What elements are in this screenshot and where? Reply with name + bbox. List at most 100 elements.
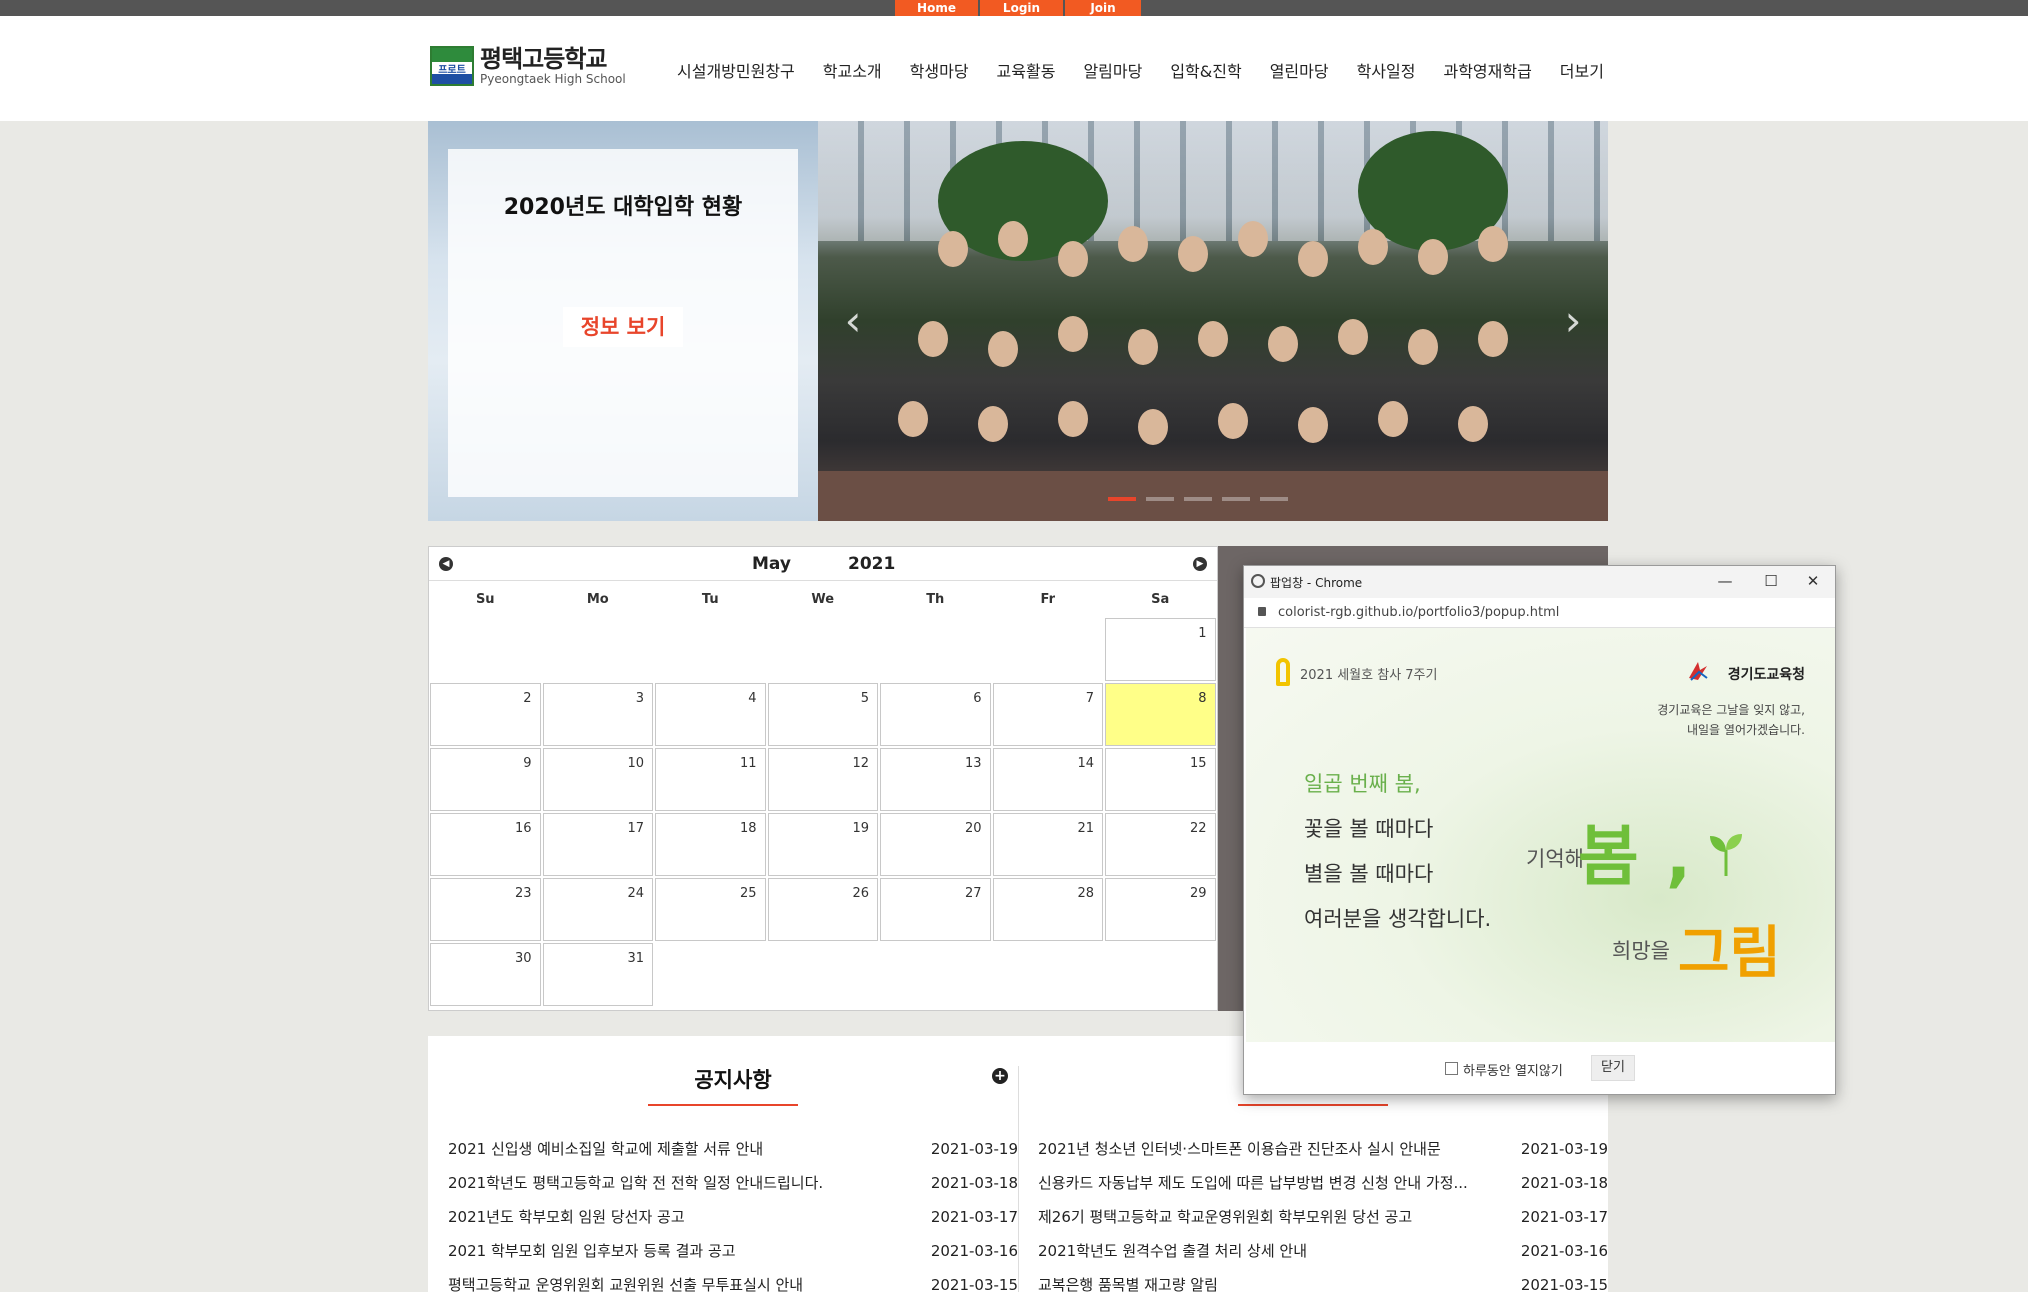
notice-row[interactable]: 2021년 청소년 인터넷·스마트폰 이용습관 진단조사 실시 안내문 2021-…	[1038, 1132, 1608, 1166]
notice-row-title[interactable]: 평택고등학교 운영위원회 교원위원 선출 무투표실시 안내	[448, 1268, 908, 1292]
slider-prev-icon[interactable]: ‹	[838, 300, 868, 342]
calendar-day[interactable]: 31	[542, 943, 653, 1006]
calendar-empty-cell	[655, 618, 766, 681]
calendar-day[interactable]: 24	[542, 878, 653, 941]
calendar-day[interactable]: 13	[880, 748, 991, 811]
notice-row-title[interactable]: 2021년 청소년 인터넷·스마트폰 이용습관 진단조사 실시 안내문	[1038, 1132, 1498, 1166]
calendar-day[interactable]: 11	[655, 748, 766, 811]
notice-row-title[interactable]: 2021 신입생 예비소집일 학교에 제출할 서류 안내	[448, 1132, 908, 1166]
notice-row-title[interactable]: 2021년도 학부모회 임원 당선자 공고	[448, 1200, 908, 1234]
main-nav: 시설개방민원창구 학교소개 학생마당 교육활동 알림마당 입학&진학 열린마당 …	[677, 58, 1604, 82]
nav-students[interactable]: 학생마당	[910, 58, 969, 82]
calendar-empty-cell	[880, 618, 991, 681]
poem-line: 여러분을 생각합니다.	[1304, 907, 1492, 931]
popup-window: 팝업창 - Chrome — ☐ ✕ colorist-rgb.github.i…	[1243, 565, 1836, 1095]
calendar-day[interactable]: 18	[655, 813, 766, 876]
title-underline	[648, 1104, 798, 1106]
school-calendar: ◀ May 2021 ▶ Su Mo Tu We Th Fr Sa 123456…	[428, 546, 1218, 1011]
more-plus-icon[interactable]: +	[992, 1068, 1008, 1084]
nav-about[interactable]: 학교소개	[823, 58, 882, 82]
notice-row[interactable]: 2021 학부모회 임원 입후보자 등록 결과 공고 2021-03-16	[448, 1234, 1018, 1268]
nav-facility-open[interactable]: 시설개방민원창구	[677, 58, 795, 82]
notice-row[interactable]: 교복은행 품목별 재고량 알림 2021-03-15	[1038, 1268, 1608, 1292]
calendar-day[interactable]: 26	[767, 878, 878, 941]
next-month-icon[interactable]: ▶	[1193, 557, 1207, 571]
calendar-day[interactable]: 10	[542, 748, 653, 811]
nav-more[interactable]: 더보기	[1560, 58, 1604, 82]
slider-dot[interactable]	[1260, 497, 1288, 501]
nav-education[interactable]: 교육활동	[997, 58, 1056, 82]
slider-dot[interactable]	[1222, 497, 1250, 501]
slider-dot[interactable]	[1184, 497, 1212, 501]
calendar-day[interactable]: 12	[767, 748, 878, 811]
slider-dot[interactable]	[1108, 497, 1136, 501]
notice-row-title[interactable]: 2021학년도 평택고등학교 입학 전 전학 일정 안내드립니다.	[448, 1166, 908, 1200]
calendar-day[interactable]: 9	[430, 748, 541, 811]
calendar-day[interactable]: 16	[430, 813, 541, 876]
school-logo[interactable]: 프로트 평택고등학교 Pyeongtaek High School	[430, 46, 626, 86]
calendar-day[interactable]: 4	[655, 683, 766, 746]
notice-row[interactable]: 2021학년도 평택고등학교 입학 전 전학 일정 안내드립니다. 2021-03…	[448, 1166, 1018, 1200]
login-link[interactable]: Login	[980, 0, 1063, 16]
calendar-day[interactable]: 20	[880, 813, 991, 876]
calendar-day[interactable]: 14	[992, 748, 1103, 811]
calendar-day[interactable]: 22	[1105, 813, 1216, 876]
notice-row[interactable]: 평택고등학교 운영위원회 교원위원 선출 무투표실시 안내 2021-03-15	[448, 1268, 1018, 1292]
sprout-icon	[1710, 834, 1742, 876]
calendar-day[interactable]: 25	[655, 878, 766, 941]
home-link[interactable]: Home	[895, 0, 978, 16]
join-link[interactable]: Join	[1065, 0, 1141, 16]
close-icon[interactable]: ✕	[1793, 570, 1833, 592]
calendar-day[interactable]: 1	[1105, 618, 1216, 681]
notice-row[interactable]: 2021 신입생 예비소집일 학교에 제출할 서류 안내 2021-03-19	[448, 1132, 1018, 1166]
calendar-day[interactable]: 17	[542, 813, 653, 876]
nav-open-forum[interactable]: 열린마당	[1270, 58, 1329, 82]
notice-row-title[interactable]: 2021 학부모회 임원 입후보자 등록 결과 공고	[448, 1234, 908, 1268]
calendar-day[interactable]: 27	[880, 878, 991, 941]
calendar-day[interactable]: 23	[430, 878, 541, 941]
calendar-day[interactable]: 5	[767, 683, 878, 746]
bench-image	[818, 471, 1608, 521]
school-name-en: Pyeongtaek High School	[480, 72, 626, 86]
popup-footer: 하루동안 열지않기 닫기	[1244, 1042, 1835, 1094]
notice-row[interactable]: 2021년도 학부모회 임원 당선자 공고 2021-03-17	[448, 1200, 1018, 1234]
maximize-icon[interactable]: ☐	[1751, 570, 1791, 592]
notice-row[interactable]: 제26기 평택고등학교 학교운영위원회 학부모위원 당선 공고 2021-03-1…	[1038, 1200, 1608, 1234]
dont-show-today-checkbox[interactable]	[1445, 1062, 1458, 1075]
nav-admission[interactable]: 입학&진학	[1170, 58, 1241, 82]
weekday-label: Su	[475, 591, 495, 607]
notice-row-title[interactable]: 2021학년도 원격수업 출결 처리 상세 안내	[1038, 1234, 1498, 1268]
calendar-day[interactable]: 2	[430, 683, 541, 746]
calendar-day[interactable]: 7	[992, 683, 1103, 746]
calendar-day[interactable]: 28	[992, 878, 1103, 941]
calendar-day-today[interactable]: 8	[1105, 683, 1216, 746]
calendar-day[interactable]: 15	[1105, 748, 1216, 811]
calendar-day[interactable]: 21	[992, 813, 1103, 876]
nav-gifted[interactable]: 과학영재학급	[1443, 58, 1531, 82]
notice-row[interactable]: 2021학년도 원격수업 출결 처리 상세 안내 2021-03-16	[1038, 1234, 1608, 1268]
calendar-day[interactable]: 19	[767, 813, 878, 876]
spring-comma: ,	[1666, 818, 1692, 895]
students-group-image	[878, 211, 1558, 511]
nav-schedule[interactable]: 학사일정	[1357, 58, 1416, 82]
dont-show-today-label[interactable]: 하루동안 열지않기	[1463, 1060, 1563, 1079]
nav-notice[interactable]: 알림마당	[1083, 58, 1142, 82]
popup-titlebar[interactable]: 팝업창 - Chrome — ☐ ✕	[1244, 566, 1835, 598]
info-view-button[interactable]: 정보 보기	[563, 307, 683, 347]
calendar-day[interactable]: 3	[542, 683, 653, 746]
slider-next-icon[interactable]: ›	[1558, 300, 1588, 342]
weekday-label: Tu	[701, 591, 719, 607]
notice-row-title[interactable]: 교복은행 품목별 재고량 알림	[1038, 1268, 1498, 1292]
notice-row-title[interactable]: 신용카드 자동납부 제도 도입에 따른 납부방법 변경 신청 안내 가정...	[1038, 1166, 1498, 1200]
calendar-day[interactable]: 29	[1105, 878, 1216, 941]
notice-row-title[interactable]: 제26기 평택고등학교 학교운영위원회 학부모위원 당선 공고	[1038, 1200, 1498, 1234]
calendar-day[interactable]: 6	[880, 683, 991, 746]
prev-month-icon[interactable]: ◀	[439, 557, 453, 571]
slider-dot[interactable]	[1146, 497, 1174, 501]
gyeonggi-edu-logo-icon	[1689, 662, 1708, 681]
minimize-icon[interactable]: —	[1705, 570, 1745, 592]
popup-close-button[interactable]: 닫기	[1591, 1055, 1635, 1081]
calendar-day[interactable]: 30	[430, 943, 541, 1006]
notice-board: 공지사항 + 2021 신입생 예비소집일 학교에 제출할 서류 안내 2021-…	[448, 1036, 1018, 1292]
notice-row[interactable]: 신용카드 자동납부 제도 도입에 따른 납부방법 변경 신청 안내 가정... 2…	[1038, 1166, 1608, 1200]
